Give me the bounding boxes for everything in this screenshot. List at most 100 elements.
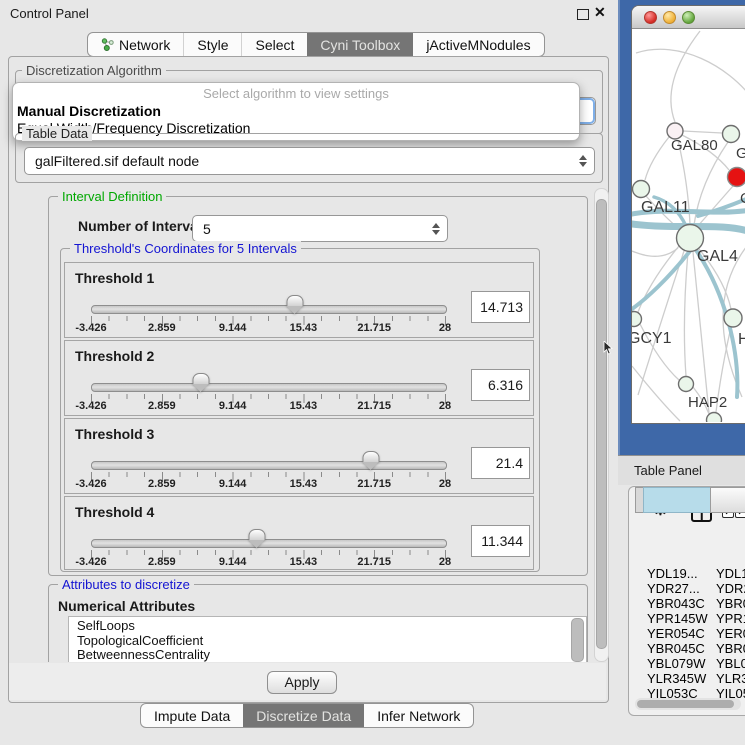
threshold-1-label: Threshold 1: [75, 270, 154, 286]
threshold-4-panel: Threshold 4 -3.426 2.859 9.144 15.43 21.…: [64, 496, 534, 570]
settings-scrollbar-track[interactable]: [594, 188, 609, 662]
threshold-1-panel: Threshold 1 -3.426 2.859 9.144 15.43 21.…: [64, 262, 534, 338]
tab-impute-data[interactable]: Impute Data: [141, 704, 243, 727]
apply-button[interactable]: Apply: [267, 671, 337, 694]
node-label: GA: [736, 145, 745, 162]
threshold-1-value-field[interactable]: 14.713: [471, 291, 530, 323]
table-panel-title: Table Panel: [634, 463, 702, 478]
table-panel-header: Table Panel: [618, 455, 745, 485]
table-data-combobox[interactable]: galFiltered.sif default node: [24, 147, 595, 175]
table-cell[interactable]: YER054C: [647, 626, 711, 641]
interval-definition-title: Interval Definition: [58, 189, 166, 204]
threshold-2-slider-thumb[interactable]: [192, 373, 209, 384]
node-label: C: [740, 190, 745, 207]
close-icon[interactable]: ✕: [594, 4, 606, 21]
settings-viewport: Interval Definition Number of Intervals …: [12, 186, 594, 662]
thresholds-group-title: Threshold's Coordinates for 5 Intervals: [70, 241, 301, 256]
table-cell[interactable]: YPR145W: [647, 611, 711, 626]
tab-cyni-toolbox[interactable]: Cyni Toolbox: [307, 33, 413, 56]
network-view-window: GAL80 GA GAL11 GAL4 GCY1 H HAP2 C: [631, 5, 745, 424]
table-cell[interactable]: YDR27...: [647, 581, 711, 596]
list-item[interactable]: BetweennessCentrality: [69, 646, 586, 661]
table-cell[interactable]: YBR043C: [647, 596, 711, 611]
table-data-group-title: Table Data: [22, 126, 92, 141]
numerical-attributes-label: Numerical Attributes: [58, 598, 195, 614]
node-hap2: [679, 377, 694, 392]
node-h: [724, 309, 742, 327]
panel-title: Control Panel: [10, 6, 89, 21]
table-panel: ⚙ YDL19... YDL19 YDR27... YDR27 YBR043C …: [628, 486, 745, 716]
window-titlebar[interactable]: [632, 6, 745, 29]
threshold-4-value-field[interactable]: 11.344: [471, 525, 530, 557]
table-cell[interactable]: YBR04: [716, 641, 745, 656]
table-cell[interactable]: YDL19...: [647, 566, 711, 581]
tab-label: Network: [119, 37, 170, 53]
table-cell[interactable]: YER05: [716, 626, 745, 641]
list-item[interactable]: TopologicalCoefficient: [69, 632, 586, 647]
table-cell[interactable]: YDL19: [716, 566, 745, 581]
column-header-shared-name[interactable]: [643, 487, 711, 513]
num-intervals-label: Number of Intervals: [78, 218, 209, 234]
slider-axis-labels: -3.426 2.859 9.144 15.43 21.715 28: [91, 322, 445, 336]
minimize-traffic-light-icon[interactable]: [663, 11, 676, 24]
threshold-2-value-field[interactable]: 6.316: [471, 369, 530, 401]
network-graph: [632, 29, 745, 422]
network-canvas[interactable]: GAL80 GA GAL11 GAL4 GCY1 H HAP2 C: [632, 29, 745, 422]
column-header-name[interactable]: [710, 487, 745, 513]
table-hscrollbar[interactable]: [635, 698, 741, 710]
tab-style[interactable]: Style: [183, 33, 241, 56]
float-window-icon[interactable]: [577, 9, 589, 20]
table-cell[interactable]: YBL079W: [647, 656, 711, 671]
control-panel: Control Panel ✕ Network Style Select Cyn…: [0, 0, 616, 745]
table-cell[interactable]: YBR04: [716, 596, 745, 611]
tab-network[interactable]: Network: [88, 33, 183, 56]
table-cell[interactable]: YDR27: [716, 581, 745, 596]
table-cell[interactable]: YLR345W: [647, 671, 711, 686]
num-intervals-combobox[interactable]: 5: [192, 215, 448, 242]
algorithm-group-title: Discretization Algorithm: [22, 63, 166, 78]
tab-jactivemnodules[interactable]: jActiveMNodules: [413, 33, 543, 56]
attributes-group-title: Attributes to discretize: [58, 577, 194, 592]
node-gal11: [633, 181, 650, 198]
threshold-2-panel: Threshold 2 -3.426 2.859 9.144 15.43 21.…: [64, 340, 534, 416]
close-traffic-light-icon[interactable]: [644, 11, 657, 24]
threshold-3-value-field[interactable]: 21.4: [471, 447, 530, 479]
table-data-value: galFiltered.sif default node: [25, 153, 578, 169]
settings-scrollbar-thumb[interactable]: [596, 199, 607, 649]
table-hscrollbar-thumb[interactable]: [637, 700, 734, 708]
threshold-4-label: Threshold 4: [75, 504, 154, 520]
numerical-attributes-list[interactable]: SelfLoops TopologicalCoefficient Between…: [68, 616, 587, 662]
attributes-list-scrollbar[interactable]: [571, 618, 584, 662]
tab-select[interactable]: Select: [241, 33, 307, 56]
screen: Control Panel ✕ Network Style Select Cyn…: [0, 0, 745, 745]
node-gcy1: [632, 312, 642, 327]
table-cell[interactable]: YPR14: [716, 611, 745, 626]
cyni-bottom-tabbar: Impute Data Discretize Data Infer Networ…: [140, 703, 474, 728]
table-cell[interactable]: YLR34: [716, 671, 745, 686]
node-label: GAL4: [697, 248, 738, 266]
num-intervals-value: 5: [193, 221, 431, 237]
slider-axis-labels: -3.426 2.859 9.144 15.43 21.715 28: [91, 400, 445, 414]
list-item[interactable]: SelfLoops: [69, 617, 586, 632]
slider-axis-labels: -3.426 2.859 9.144 15.43 21.715 28: [91, 478, 445, 492]
zoom-traffic-light-icon[interactable]: [682, 11, 695, 24]
node-top-right: [723, 126, 740, 143]
node-label: HAP2: [688, 394, 727, 411]
threshold-3-slider-thumb[interactable]: [362, 451, 379, 462]
mouse-cursor: [603, 341, 614, 356]
node-red: [728, 168, 745, 187]
control-panel-tabbar: Network Style Select Cyni Toolbox jActiv…: [87, 32, 545, 57]
tab-discretize-data[interactable]: Discretize Data: [243, 704, 364, 727]
dropdown-option-manual[interactable]: Manual Discretization: [17, 103, 161, 119]
slider-axis-labels: -3.426 2.859 9.144 15.43 21.715 28: [91, 556, 445, 570]
tab-infer-network[interactable]: Infer Network: [364, 704, 473, 727]
table-cell[interactable]: YBL07: [716, 656, 745, 671]
threshold-4-slider-thumb[interactable]: [249, 529, 266, 540]
threshold-1-slider-thumb[interactable]: [287, 295, 304, 306]
network-icon: [101, 38, 114, 51]
table-cell[interactable]: YBR045C: [647, 641, 711, 656]
threshold-2-label: Threshold 2: [75, 348, 154, 364]
slider-ticks: [91, 316, 447, 321]
node-bottom: [707, 413, 722, 423]
stepper-icon: [431, 223, 440, 235]
